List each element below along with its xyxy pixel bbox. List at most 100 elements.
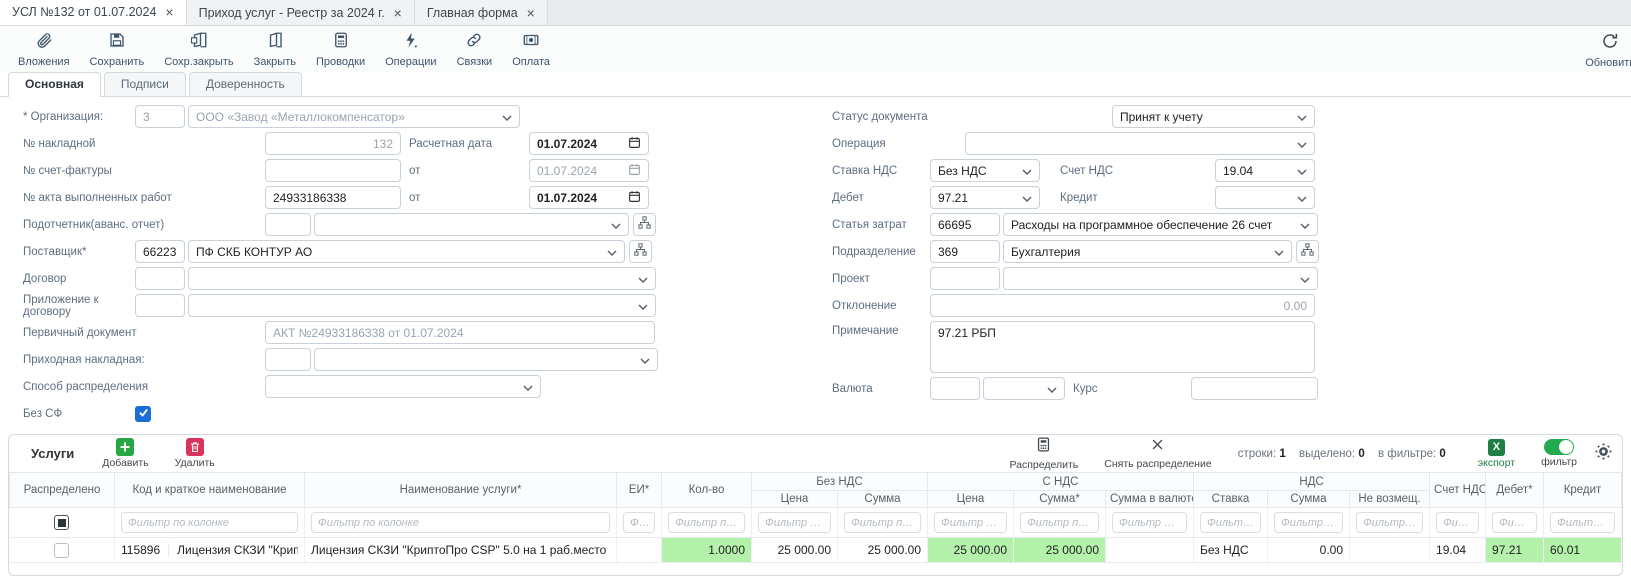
status-select[interactable]: Принят к учету [1112, 105, 1315, 128]
close-button[interactable]: Закрыть [244, 29, 306, 70]
debit-select[interactable]: 97.21 [930, 186, 1040, 209]
row-checkbox[interactable] [54, 543, 69, 558]
col-header-code-name[interactable]: Код и краткое наименование [115, 473, 305, 508]
col-header-service-name[interactable]: Наименование услуги* [305, 473, 617, 508]
currency-code-field[interactable] [930, 377, 980, 400]
window-tab-main-form[interactable]: Главная форма × [415, 0, 548, 25]
filter-input-price-with-vat[interactable] [934, 512, 1007, 533]
operations-button[interactable]: Операции [375, 29, 446, 70]
invoice-number-field[interactable]: 132 [265, 132, 401, 155]
filter-toggle[interactable]: фильтр [1541, 439, 1577, 468]
col-header-sum-no-vat[interactable]: Сумма [838, 491, 928, 508]
distribute-button[interactable]: Распределить [1009, 436, 1078, 471]
currency-select[interactable] [983, 377, 1065, 400]
supplier-code-field[interactable]: 66223 [135, 240, 185, 263]
attachments-button[interactable]: Вложения [8, 29, 80, 70]
save-button[interactable]: Сохранить [80, 29, 155, 70]
links-button[interactable]: Связки [447, 29, 503, 70]
filter-input-credit[interactable] [1550, 512, 1615, 533]
close-icon[interactable]: × [165, 5, 173, 19]
act-date-field[interactable]: 01.07.2024 [529, 186, 649, 209]
filter-input-service-name[interactable] [311, 512, 610, 533]
table-settings-button[interactable] [1595, 443, 1612, 465]
hierarchy-picker-button[interactable] [1296, 240, 1319, 263]
vat-account-select[interactable]: 19.04 [1215, 159, 1315, 182]
supplier-select[interactable]: ПФ СКБ КОНТУР АО [188, 240, 625, 263]
filter-input-non-refund[interactable] [1356, 512, 1423, 533]
export-excel-button[interactable]: X экспорт [1478, 439, 1515, 469]
no-sf-checkbox[interactable] [135, 406, 151, 422]
incoming-code-field[interactable] [265, 348, 311, 371]
calendar-icon[interactable] [628, 163, 641, 179]
hierarchy-picker-button[interactable] [629, 240, 652, 263]
payment-button[interactable]: Оплата [502, 29, 560, 70]
col-header-debit[interactable]: Дебет* [1486, 473, 1544, 508]
cost-item-select[interactable]: Расходы на программное обеспечение 26 сч… [1003, 213, 1318, 236]
filter-input-sum-with-vat[interactable] [1020, 512, 1099, 533]
col-header-distributed[interactable]: Распределено [10, 473, 115, 508]
filter-input-sum-no-vat[interactable] [844, 512, 921, 533]
filter-input-unit[interactable] [623, 512, 655, 533]
col-header-qty[interactable]: Кол-во [662, 473, 752, 508]
col-header-vat-rate[interactable]: Ставка [1194, 491, 1268, 508]
col-header-price-with-vat[interactable]: Цена [928, 491, 1014, 508]
department-code-field[interactable]: 369 [930, 240, 1000, 263]
calc-date-field[interactable]: 01.07.2024 [529, 132, 649, 155]
vat-rate-select[interactable]: Без НДС [930, 159, 1040, 182]
refresh-button[interactable]: Обновить [1575, 30, 1631, 71]
cost-item-code-field[interactable]: 66695 [930, 213, 1000, 236]
col-header-non-refund[interactable]: Не возмещ. [1350, 491, 1430, 508]
col-header-vat-sum[interactable]: Сумма [1268, 491, 1350, 508]
project-select[interactable] [1003, 267, 1318, 290]
calendar-icon[interactable] [628, 190, 641, 206]
calendar-icon[interactable] [628, 136, 641, 152]
filter-input-debit[interactable] [1492, 512, 1537, 533]
primary-doc-field[interactable]: АКТ №24933186338 от 01.07.2024 [265, 321, 655, 344]
filter-input-code-name[interactable] [121, 512, 298, 533]
col-header-sum-currency[interactable]: Сумма в валюте [1106, 491, 1194, 508]
rate-field[interactable] [1191, 377, 1318, 400]
department-select[interactable]: Бухгалтерия [1003, 240, 1292, 263]
select-all-checkbox[interactable] [54, 515, 69, 530]
col-header-price-no-vat[interactable]: Цена [752, 491, 838, 508]
col-header-unit[interactable]: ЕИ* [617, 473, 662, 508]
close-icon[interactable]: × [527, 6, 535, 20]
annex-code-field[interactable] [135, 294, 185, 317]
invoice-sf-field[interactable] [265, 159, 401, 182]
col-header-credit[interactable]: Кредит [1544, 473, 1622, 508]
deviation-field[interactable]: 0.00 [930, 294, 1315, 317]
operation-select[interactable] [965, 132, 1315, 155]
project-code-field[interactable] [930, 267, 1000, 290]
organization-select[interactable]: ООО «Завод «Металлокомпенсатор» [188, 105, 520, 128]
toggle-on-icon[interactable] [1544, 439, 1574, 455]
col-header-vat-account[interactable]: Счет НДС [1430, 473, 1486, 508]
filter-input-vat-account[interactable] [1436, 512, 1479, 533]
accountable-code-field[interactable] [265, 213, 311, 236]
filter-input-price-no-vat[interactable] [758, 512, 831, 533]
sf-date-field[interactable]: 01.07.2024 [529, 159, 649, 182]
filter-input-vat-rate[interactable] [1200, 512, 1261, 533]
tab-signatures[interactable]: Подписи [104, 72, 186, 96]
annex-select[interactable] [188, 294, 656, 317]
contract-code-field[interactable] [135, 267, 185, 290]
accountable-select[interactable] [314, 213, 629, 236]
close-icon[interactable]: × [394, 6, 402, 20]
credit-select[interactable] [1215, 186, 1315, 209]
col-header-sum-with-vat[interactable]: Сумма* [1014, 491, 1106, 508]
window-tab-document[interactable]: УСЛ №132 от 01.07.2024 × [0, 0, 187, 25]
tab-main[interactable]: Основная [8, 72, 101, 97]
note-field[interactable]: 97.21 РБП [930, 321, 1315, 373]
filter-input-vat-sum[interactable] [1274, 512, 1343, 533]
add-row-button[interactable]: Добавить [102, 438, 148, 469]
postings-button[interactable]: Проводки [306, 29, 375, 70]
hierarchy-picker-button[interactable] [633, 213, 656, 236]
undistribute-button[interactable]: Снять распределение [1104, 437, 1211, 470]
incoming-select[interactable] [314, 348, 658, 371]
distribution-method-select[interactable] [265, 375, 541, 398]
filter-input-qty[interactable] [668, 512, 745, 533]
delete-row-button[interactable]: Удалить [175, 438, 215, 469]
save-close-button[interactable]: Сохр.закрыть [154, 29, 243, 70]
act-number-field[interactable]: 24933186338 [265, 186, 401, 209]
window-tab-registry[interactable]: Приход услуг - Реестр за 2024 г. × [187, 0, 415, 25]
table-row[interactable]: 115896 Лицензия СКЗИ "Крипто... Лицензия… [10, 538, 1622, 563]
